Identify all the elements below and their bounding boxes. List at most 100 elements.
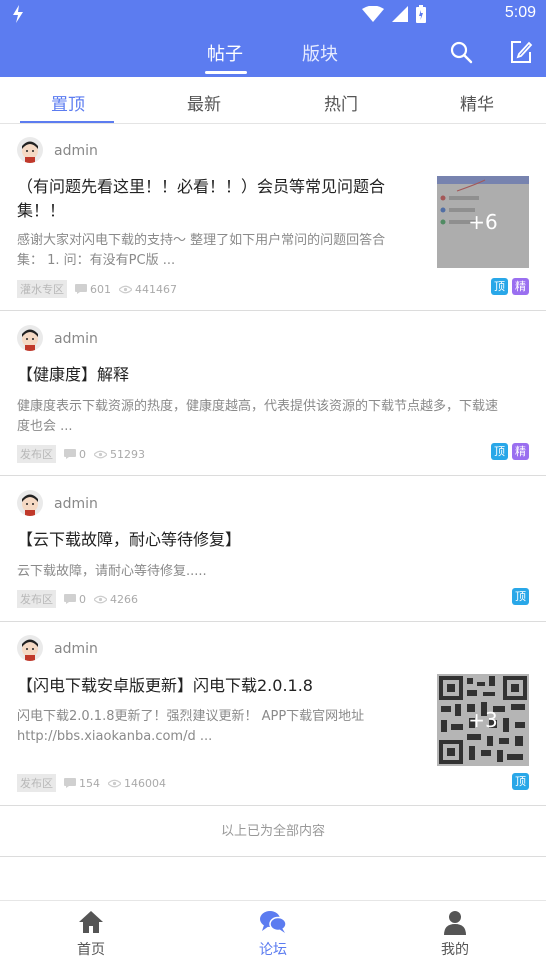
avatar[interactable] — [17, 137, 43, 163]
eye-icon — [119, 285, 132, 293]
post-badges: 顶 — [512, 773, 529, 790]
wifi-icon — [362, 6, 384, 22]
post-title-line: 【健康度】解释 — [17, 365, 130, 384]
post-title: 【闪电下载安卓版更新】闪电下载2.0.1.8 — [17, 674, 313, 698]
home-icon — [79, 911, 103, 933]
essence-badge: 精 — [512, 443, 529, 460]
post-title: 【云下载故障，耐心等待修复】 — [17, 528, 241, 552]
excerpt-line: 度也会 ... — [17, 419, 73, 434]
more-images-count: +6 — [437, 176, 529, 268]
author-name[interactable]: admin — [54, 641, 98, 657]
essence-badge: 精 — [512, 278, 529, 295]
nav-profile[interactable]: 我的 — [395, 909, 515, 959]
post-excerpt: 感谢大家对闪电下载的支持～ 整理了如下用户常问的问题回答合 集： 1. 问：有没… — [17, 231, 385, 271]
post-badges: 顶 — [512, 588, 529, 605]
eye-icon — [108, 779, 121, 787]
end-of-list-note: 以上已为全部内容 — [0, 806, 546, 857]
comment-count: 154 — [64, 777, 100, 790]
nav-home-label: 首页 — [77, 942, 105, 958]
comment-icon — [64, 594, 76, 604]
comment-count: 0 — [64, 448, 86, 461]
eye-icon — [94, 595, 107, 603]
category-tag[interactable]: 发布区 — [17, 445, 56, 463]
view-count: 51293 — [94, 448, 145, 461]
excerpt-line: 集： 1. 问：有没有PC版 ... — [17, 253, 176, 268]
author-name[interactable]: admin — [54, 331, 98, 347]
view-count-value: 441467 — [135, 282, 177, 296]
post-thumbnail[interactable]: +3 — [437, 674, 529, 766]
post-title: （有问题先看这里！！必看！！）会员等常见问题合 集！！ — [17, 175, 385, 223]
avatar[interactable] — [17, 325, 43, 351]
comment-count: 0 — [64, 593, 86, 606]
more-images-count: +3 — [437, 674, 529, 766]
comment-count-value: 0 — [79, 447, 86, 461]
tab-sections[interactable]: 版块 — [302, 40, 338, 66]
post-title-line: 【闪电下载安卓版更新】闪电下载2.0.1.8 — [17, 676, 313, 695]
post-badges: 顶 精 — [491, 278, 529, 295]
pinned-badge: 顶 — [512, 773, 529, 790]
excerpt-line: 感谢大家对闪电下载的支持～ 整理了如下用户常问的问题回答合 — [17, 233, 386, 248]
post-excerpt: 云下载故障，请耐心等待修复..... — [17, 562, 207, 582]
pinned-badge: 顶 — [491, 443, 508, 460]
tab-essence[interactable]: 精华 — [409, 90, 545, 115]
tab-latest[interactable]: 最新 — [136, 90, 272, 115]
view-count-value: 51293 — [110, 447, 145, 461]
post-thumbnail[interactable]: +6 — [437, 176, 529, 268]
author-name[interactable]: admin — [54, 143, 98, 159]
excerpt-line: 云下载故障，请耐心等待修复..... — [17, 564, 207, 579]
bottom-navigation: 首页 论坛 我的 — [0, 900, 546, 970]
author-name[interactable]: admin — [54, 496, 98, 512]
category-tag[interactable]: 发布区 — [17, 774, 56, 792]
search-icon[interactable] — [449, 40, 473, 64]
comment-icon — [64, 778, 76, 788]
app-header: 帖子 版块 — [0, 28, 546, 77]
post-meta: 发布区 0 51293 — [17, 445, 145, 463]
nav-home[interactable]: 首页 — [31, 909, 151, 959]
tab-hot[interactable]: 热门 — [273, 90, 409, 115]
comment-icon — [75, 284, 87, 294]
tab-pinned[interactable]: 置顶 — [0, 90, 136, 115]
post-title-line: 集！！ — [17, 201, 66, 220]
avatar[interactable] — [17, 635, 43, 661]
filter-tabs: 置顶 最新 热门 精华 — [0, 77, 546, 124]
active-tab-indicator — [205, 71, 247, 74]
category-tag[interactable]: 发布区 — [17, 590, 56, 608]
post-item[interactable]: admin 【健康度】解释 健康度表示下载资源的热度，健康度越高，代表提供该资源… — [0, 311, 546, 476]
category-tag[interactable]: 灌水专区 — [17, 280, 67, 298]
post-item[interactable]: admin 【闪电下载安卓版更新】闪电下载2.0.1.8 闪电下载2.0.1.8… — [0, 622, 546, 806]
post-title-line: （有问题先看这里！！必看！！）会员等常见问题合 — [17, 177, 386, 196]
battery-icon — [416, 5, 426, 23]
signal-icon — [392, 6, 408, 22]
post-meta: 发布区 0 4266 — [17, 590, 138, 608]
clock: 5:09 — [504, 4, 536, 21]
comment-count-value: 154 — [79, 776, 100, 790]
view-count-value: 4266 — [110, 592, 138, 606]
post-item[interactable]: admin （有问题先看这里！！必看！！）会员等常见问题合 集！！ 感谢大家对闪… — [0, 124, 546, 311]
post-excerpt: 闪电下载2.0.1.8更新了！强烈建议更新！ APP下载官网地址 http://… — [17, 707, 364, 747]
pinned-badge: 顶 — [512, 588, 529, 605]
avatar[interactable] — [17, 490, 43, 516]
nav-forum[interactable]: 论坛 — [213, 909, 333, 959]
post-meta: 发布区 154 146004 — [17, 774, 166, 792]
eye-icon — [94, 450, 107, 458]
excerpt-line: 闪电下载2.0.1.8更新了！强烈建议更新！ APP下载官网地址 — [17, 709, 365, 724]
comment-icon — [64, 449, 76, 459]
tab-posts[interactable]: 帖子 — [207, 40, 243, 66]
flash-icon — [13, 5, 23, 23]
excerpt-line: http://bbs.xiaokanba.com/d ... — [17, 729, 213, 744]
post-badges: 顶 精 — [491, 443, 529, 460]
view-count-value: 146004 — [124, 776, 166, 790]
view-count: 441467 — [119, 283, 177, 296]
compose-icon[interactable] — [509, 40, 533, 64]
post-excerpt: 健康度表示下载资源的热度，健康度越高，代表提供该资源的下载节点越多，下载速 度也… — [17, 397, 498, 437]
post-title: 【健康度】解释 — [17, 363, 129, 387]
comment-count: 601 — [75, 283, 111, 296]
excerpt-line: 健康度表示下载资源的热度，健康度越高，代表提供该资源的下载节点越多，下载速 — [17, 399, 499, 414]
comment-count-value: 0 — [79, 592, 86, 606]
post-item[interactable]: admin 【云下载故障，耐心等待修复】 云下载故障，请耐心等待修复..... … — [0, 476, 546, 622]
person-icon — [444, 911, 466, 935]
view-count: 4266 — [94, 593, 138, 606]
post-meta: 灌水专区 601 441467 — [17, 280, 177, 298]
chat-bubbles-icon — [260, 911, 287, 933]
status-bar: 5:09 — [0, 0, 546, 28]
